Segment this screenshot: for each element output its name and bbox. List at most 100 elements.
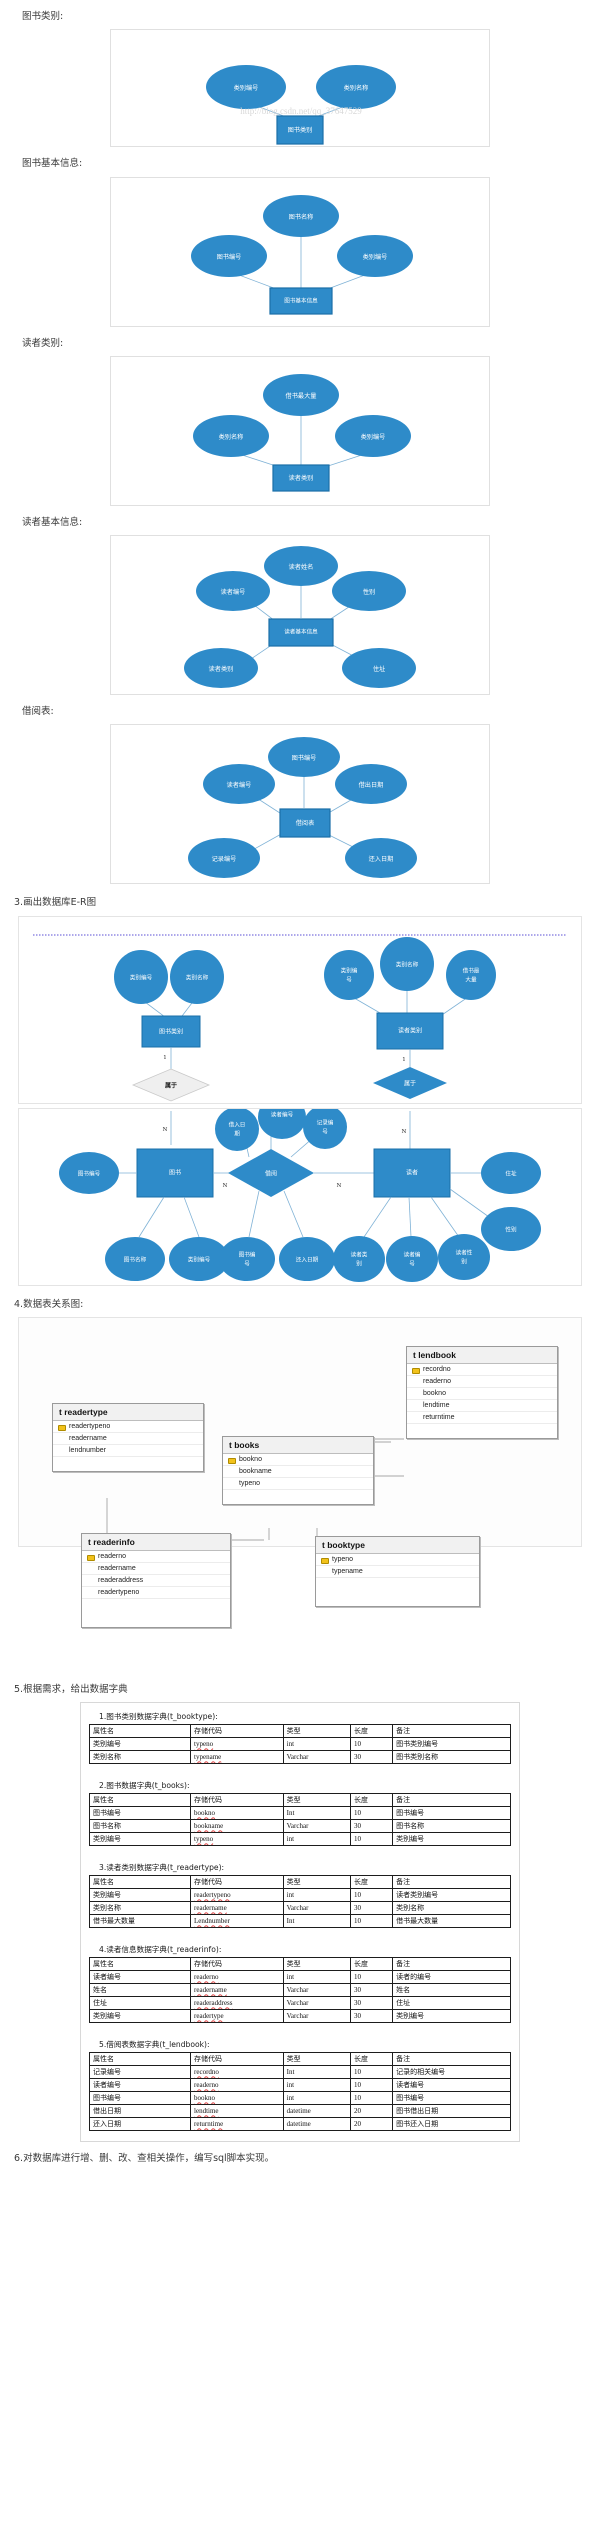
attr-label-er-reader-4b: 别 <box>461 1257 467 1265</box>
table-row: 借书最大数量 Lendnumber Int 10 借书最大数量 <box>88 1914 511 1929</box>
table-row: 图书编号 bookno int 10 图书编号 <box>88 2091 511 2106</box>
cell-code: readerno <box>190 1970 284 1985</box>
attr-label-readertype-2: 类别编号 <box>361 433 386 441</box>
cell-type: Varchar <box>282 1750 352 1765</box>
cell-code: readername <box>190 1901 284 1916</box>
relationship-label-belongs-2: 属于 <box>404 1080 416 1087</box>
dict-table-books: 属性名 存储代码 类型 长度 备注 图书编号 bookno Int 10 图书编… <box>88 1793 511 1847</box>
cell-length: 20 <box>349 2117 394 2132</box>
db-field-row: readername <box>53 1433 203 1446</box>
cell-code: bookname <box>190 1819 284 1834</box>
db-field-row: readertypeno <box>53 1421 203 1434</box>
cell-attr: 读者编号 <box>88 2078 192 2093</box>
cell-attr: 图书编号 <box>88 2091 192 2106</box>
cell-remark: 图书类别名称 <box>392 1750 511 1765</box>
col-header: 存储代码 <box>190 1724 284 1739</box>
db-table-readertype[interactable]: t readertype readertypeno readername len… <box>52 1403 204 1473</box>
attr-circle <box>446 949 496 1000</box>
attr-label-er-booktype-1: 类别名称 <box>186 973 209 981</box>
table-row: 图书编号 bookno Int 10 图书编号 <box>88 1806 511 1821</box>
attr-label-readertype-1: 类别名称 <box>219 433 244 441</box>
table-header-row: 属性名 存储代码 类型 长度 备注 <box>88 1957 511 1972</box>
table-row: 类别名称 typename Varchar 30 图书类别名称 <box>88 1750 511 1765</box>
table-row: 还入日期 returntime datetime 20 图书还入日期 <box>88 2117 511 2132</box>
cell-length: 30 <box>349 2009 394 2024</box>
cell-length: 10 <box>349 2091 394 2106</box>
cell-type: int <box>282 1970 352 1985</box>
db-table-padding <box>316 1578 479 1592</box>
cardinality-label-N2: N <box>402 1129 407 1135</box>
section-label-readertype: 读者类别: <box>22 337 64 349</box>
attr-label-bookinfo-0: 图书名称 <box>289 213 314 221</box>
cell-type: Varchar <box>282 1819 352 1834</box>
cell-attr: 类别编号 <box>88 1832 192 1847</box>
db-table-padding <box>82 1613 230 1627</box>
attr-label-er-lend-1: 读者编号 <box>271 1110 294 1118</box>
table-header-row: 属性名 存储代码 类型 长度 备注 <box>88 2052 511 2067</box>
attr-label-er-reader-2a: 读者类 <box>351 1250 368 1258</box>
attr-ellipse <box>438 1233 490 1280</box>
cell-attr: 住址 <box>88 1996 192 2011</box>
dict-table-title-4: 5.借阅表数据字典(t_lendbook): <box>99 2040 210 2050</box>
col-header: 类型 <box>282 1724 352 1739</box>
col-header: 属性名 <box>88 2052 192 2067</box>
entity-label-er-booktype: 图书类别 <box>159 1027 183 1035</box>
cell-remark: 住址 <box>392 1996 511 2011</box>
cell-type: Varchar <box>282 1983 352 1998</box>
attr-label-lendbook-0: 图书编号 <box>292 754 317 762</box>
attr-label-er-lend-4: 还入日期 <box>296 1256 319 1263</box>
cell-attr: 图书编号 <box>88 1806 192 1821</box>
col-header: 长度 <box>349 1875 394 1890</box>
cell-code: readertypeno <box>190 1888 284 1903</box>
attr-label-er-book-0: 图书编号 <box>78 1169 101 1177</box>
cell-type: datetime <box>282 2104 352 2119</box>
attr-label-readerinfo-0: 读者姓名 <box>289 563 314 571</box>
db-field-row: bookno <box>223 1454 373 1467</box>
attr-circle <box>324 949 374 1000</box>
cell-length: 10 <box>349 1888 394 1903</box>
db-table-readerinfo[interactable]: t readerinfo readerno readername readera… <box>81 1533 231 1629</box>
table-row: 姓名 readername Varchar 30 姓名 <box>88 1983 511 1998</box>
attr-label-lendbook-3: 记录编号 <box>212 855 237 863</box>
watermark-text: http://blog.csdn.net/qq_37647529 <box>240 106 362 116</box>
cell-length: 10 <box>349 2078 394 2093</box>
attr-ellipse <box>333 1235 385 1282</box>
attr-label-lendbook-2: 借出日期 <box>359 781 384 789</box>
col-header: 属性名 <box>88 1793 192 1808</box>
cardinality-label-2: 1 <box>402 1057 405 1063</box>
cell-code: returntime <box>190 2117 284 2132</box>
db-field-row: lendnumber <box>53 1445 203 1458</box>
cell-remark: 读者类别编号 <box>392 1888 511 1903</box>
attr-label-er-reader-0: 住址 <box>505 1169 517 1177</box>
cell-code: typeno <box>190 1832 284 1847</box>
cell-length: 10 <box>349 1914 394 1929</box>
col-header: 存储代码 <box>190 1793 284 1808</box>
db-table-books[interactable]: t books bookno bookname typeno <box>222 1436 374 1506</box>
cell-attr: 类别名称 <box>88 1901 192 1916</box>
cell-remark: 图书编号 <box>392 1806 511 1821</box>
db-table-lendbook[interactable]: t lendbook recordno readerno bookno lend… <box>406 1346 558 1440</box>
entity-label-readerinfo: 读者基本信息 <box>284 628 318 636</box>
attr-label-er-reader-1: 性别 <box>505 1225 517 1233</box>
cell-remark: 读者编号 <box>392 2078 511 2093</box>
attr-label-readertype-0: 借书最大量 <box>286 392 317 400</box>
cell-code: typeno <box>190 1737 284 1752</box>
db-field-row: readername <box>82 1563 230 1576</box>
dict-spacer <box>89 1848 511 1856</box>
entity-label-er-readertype: 读者类别 <box>398 1026 422 1034</box>
db-field-row: lendtime <box>407 1400 557 1413</box>
dict-table-lendbook: 属性名 存储代码 类型 长度 备注 记录编号 recordno Int 10 记… <box>88 2052 511 2132</box>
cardinality-label-N4: N <box>337 1183 342 1189</box>
col-header: 存储代码 <box>190 2052 284 2067</box>
col-header: 属性名 <box>88 1875 192 1890</box>
cell-remark: 姓名 <box>392 1983 511 1998</box>
cell-attr: 类别名称 <box>88 1750 192 1765</box>
cell-type: Varchar <box>282 1996 352 2011</box>
cell-type: Int <box>282 1806 352 1821</box>
attr-label-bookinfo-2: 类别编号 <box>363 253 388 261</box>
col-header: 存储代码 <box>190 1957 284 1972</box>
attr-label-er-readertype-1: 类别名称 <box>396 960 419 968</box>
cell-remark: 类别编号 <box>392 1832 511 1847</box>
dict-table-title-1: 2.图书数据字典(t_books): <box>99 1781 190 1791</box>
db-table-booktype[interactable]: t booktype typeno typename <box>315 1536 480 1608</box>
